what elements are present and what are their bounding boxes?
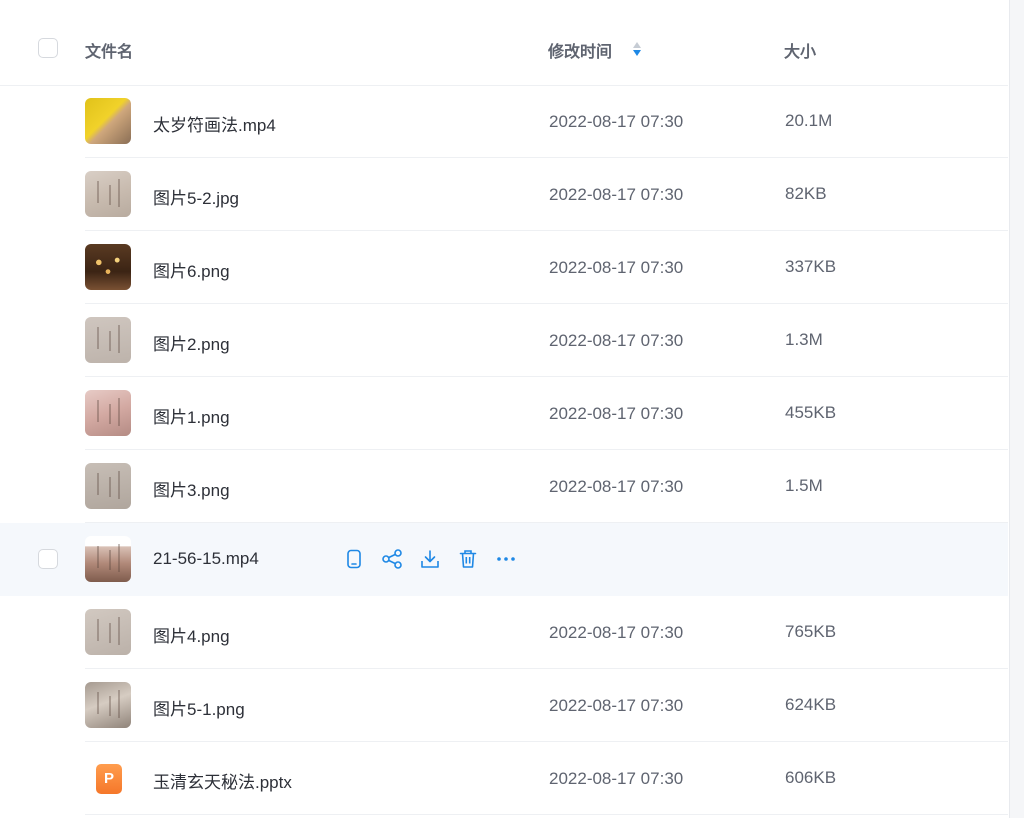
more-icon[interactable] [494,547,518,571]
file-modified-time: 2022-08-17 07:30 [549,623,684,642]
file-modified-time: 2022-08-17 07:30 [549,112,684,131]
file-row[interactable]: 图片4.png 2022-08-17 07:30 765KB [0,596,1008,669]
file-modified-time: 2022-08-17 07:30 [549,404,684,423]
row-divider [85,814,1008,815]
file-name[interactable]: 图片2.png [153,330,230,355]
thumbnail-ink-stroke [97,327,99,349]
file-name[interactable]: 太岁符画法.mp4 [153,111,276,136]
sort-icon[interactable] [632,40,642,58]
delete-icon[interactable] [456,547,480,571]
file-thumbnail[interactable] [85,317,131,363]
file-row[interactable]: 图片5-1.png 2022-08-17 07:30 624KB [0,669,1008,742]
file-thumbnail[interactable] [85,171,131,217]
pptx-letter-icon: P [96,764,122,794]
file-thumbnail[interactable] [85,244,131,290]
share-icon[interactable] [380,547,404,571]
thumbnail-ink-stroke [109,185,111,205]
column-header-size[interactable]: 大小 [784,38,816,62]
row-checkbox[interactable] [38,549,58,569]
file-size: 337KB [785,257,837,276]
thumbnail-ink-stroke [118,690,120,718]
file-name[interactable]: 图片4.png [153,622,230,647]
file-row[interactable]: P 玉清玄天秘法.pptx 2022-08-17 07:30 606KB [0,742,1008,815]
file-row[interactable]: 图片5-2.jpg 2022-08-17 07:30 82KB [0,158,1008,231]
thumbnail-ink-stroke [97,400,99,422]
column-header-modified-time[interactable]: 修改时间 [548,38,612,62]
file-size: 624KB [785,695,837,714]
file-name[interactable]: 玉清玄天秘法.pptx [153,768,292,793]
download-icon[interactable] [418,547,442,571]
thumbnail-ink-stroke [118,398,120,426]
thumbnail-ink-stroke [118,617,120,645]
thumbnail-ink-stroke [109,331,111,351]
file-modified-time: 2022-08-17 07:30 [549,185,684,204]
thumbnail-ink-stroke [97,546,99,568]
file-thumbnail[interactable] [85,98,131,144]
file-thumbnail[interactable] [85,682,131,728]
file-list-panel: 文件名 修改时间 大小 太岁符画法.mp4 2022-08-17 07:30 20.… [0,0,1024,818]
phone-icon[interactable] [342,547,366,571]
file-modified-time: 2022-08-17 07:30 [549,258,684,277]
file-row[interactable]: 图片6.png 2022-08-17 07:30 337KB [0,231,1008,304]
file-size: 20.1M [785,111,833,130]
file-thumbnail[interactable] [85,463,131,509]
thumbnail-ink-stroke [118,325,120,353]
file-modified-time: 2022-08-17 07:30 [549,696,684,715]
file-name[interactable]: 图片5-2.jpg [153,184,239,209]
row-actions [342,547,518,571]
file-name[interactable]: 图片6.png [153,257,230,282]
thumbnail-ink-stroke [97,619,99,641]
file-size: 1.5M [785,476,823,495]
thumbnail-ink-stroke [118,544,120,572]
file-thumbnail[interactable] [85,609,131,655]
file-row[interactable]: 太岁符画法.mp4 2022-08-17 07:30 20.1M [0,85,1008,158]
file-modified-time: 2022-08-17 07:30 [549,769,684,788]
file-size: 606KB [785,768,837,787]
file-row[interactable]: 图片3.png 2022-08-17 07:30 1.5M [0,450,1008,523]
file-size: 765KB [785,622,837,641]
scrollbar-track[interactable] [1009,0,1024,818]
file-thumbnail[interactable] [85,536,131,582]
file-size: 455KB [785,403,837,422]
file-row[interactable]: 21-56-15.mp4 [0,523,1008,596]
file-modified-time: 2022-08-17 07:30 [549,477,684,496]
file-name[interactable]: 图片5-1.png [153,695,245,720]
file-name[interactable]: 图片3.png [153,476,230,501]
thumbnail-ink-stroke [109,404,111,424]
file-rows: 太岁符画法.mp4 2022-08-17 07:30 20.1M 图片5-2.jpg 2… [0,85,1008,815]
pptx-file-icon[interactable]: P [85,755,131,801]
thumbnail-ink-stroke [118,179,120,207]
list-header: 文件名 修改时间 大小 [0,10,1008,86]
thumbnail-ink-stroke [97,692,99,714]
file-modified-time: 2022-08-17 07:30 [549,331,684,350]
thumbnail-ink-stroke [118,471,120,499]
file-size: 1.3M [785,330,823,349]
file-thumbnail[interactable] [85,390,131,436]
thumbnail-ink-stroke [97,181,99,203]
file-row[interactable]: 图片1.png 2022-08-17 07:30 455KB [0,377,1008,450]
file-name[interactable]: 图片1.png [153,403,230,428]
column-header-name[interactable]: 文件名 [85,38,133,62]
file-size: 82KB [785,184,827,203]
thumbnail-ink-stroke [109,623,111,643]
thumbnail-ink-stroke [97,473,99,495]
file-row[interactable]: 图片2.png 2022-08-17 07:30 1.3M [0,304,1008,377]
thumbnail-ink-stroke [109,550,111,570]
select-all-checkbox[interactable] [38,38,58,58]
file-name[interactable]: 21-56-15.mp4 [153,549,259,569]
thumbnail-ink-stroke [109,477,111,497]
thumbnail-ink-stroke [109,696,111,716]
